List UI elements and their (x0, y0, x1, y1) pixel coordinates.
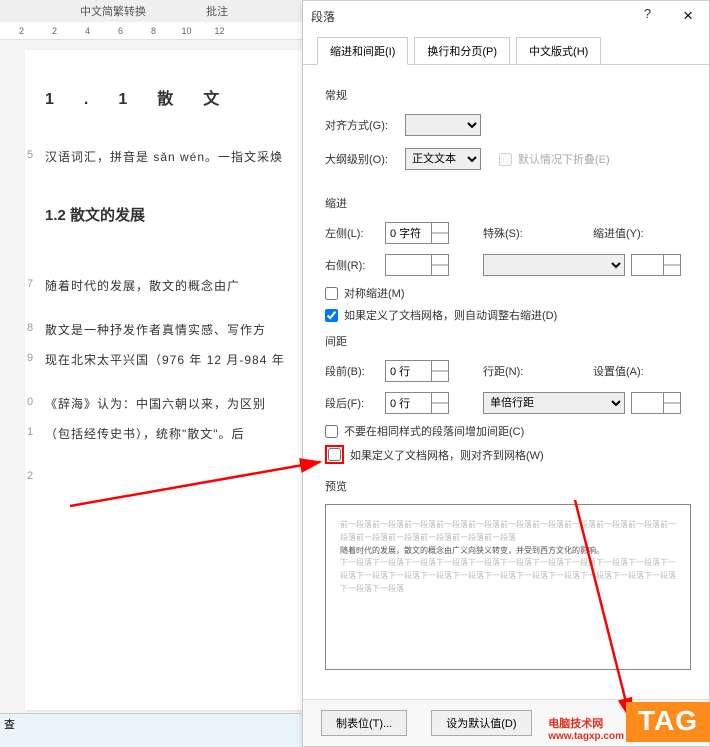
space-after-label: 段后(F): (325, 395, 385, 411)
ruler-mark: 2 (5, 26, 38, 36)
ruler-mark: 12 (203, 26, 236, 36)
heading-1: 1 . 1 散 文 (45, 80, 297, 120)
indent-left-label: 左侧(L): (325, 225, 385, 241)
dialog-titlebar: 段落 ? × (303, 1, 709, 31)
line-number: 1 (27, 419, 34, 447)
watermark-text: 电脑技术网 (548, 715, 603, 731)
close-button[interactable]: × (675, 4, 701, 28)
ribbon-item-convert[interactable]: 中文简繁转换 (80, 3, 146, 19)
line-number: 7 (27, 271, 34, 299)
doc-line: 9 现在北宋太平兴国（976 年 12 月-984 年 (45, 345, 297, 375)
doc-line: 5 汉语词汇，拼音是 sǎn wén。一指文采焕 (45, 142, 297, 172)
indent-value-spinner[interactable]: ▲▼ (631, 254, 681, 276)
preview-box: 前一段落前一段落前一段落前一段落前一段落前一段落前一段落前一段落前一段落前一段落… (325, 504, 691, 670)
tabstop-button[interactable]: 制表位(T)... (321, 710, 407, 736)
special-label: 特殊(S): (483, 225, 533, 241)
alignment-select[interactable] (405, 114, 481, 136)
dialog-title-text: 段落 (311, 8, 335, 25)
auto-adjust-indent-label: 如果定义了文档网格，则自动调整右缩进(D) (344, 307, 557, 323)
doc-line: 7 随着时代的发展，散文的概念由广 (45, 271, 297, 301)
doc-line: 0 《辞海》认为：中国六朝以来，为区别 (45, 389, 297, 419)
ruler-mark: 2 (38, 26, 71, 36)
line-spacing-label: 行距(N): (483, 363, 533, 379)
mirror-indent-label: 对称缩进(M) (344, 285, 405, 301)
set-value-spinner[interactable]: ▲▼ (631, 392, 681, 414)
ribbon-item-comment[interactable]: 批注 (206, 3, 228, 19)
outline-level-label: 大纲级别(O): (325, 151, 405, 167)
space-before-label: 段前(B): (325, 363, 385, 379)
section-general: 常规 (325, 87, 691, 103)
ruler-mark: 10 (170, 26, 203, 36)
no-space-same-style-checkbox[interactable] (325, 425, 338, 438)
indent-left-spinner[interactable]: 0 字符▲▼ (385, 222, 449, 244)
status-bar: 查 (0, 713, 302, 747)
alignment-label: 对齐方式(G): (325, 117, 405, 133)
preview-gray-after: 下一段落下一段落下一段落下一段落下一段落下一段落下一段落下一段落下一段落下一段落… (340, 557, 676, 595)
help-button[interactable]: ? (636, 4, 659, 28)
heading-2: 1.2 散文的发展 (45, 197, 297, 235)
highlighted-checkbox-wrapper (325, 445, 344, 464)
tab-chinese-layout[interactable]: 中文版式(H) (516, 37, 601, 65)
collapse-label: 默认情况下折叠(E) (518, 151, 610, 167)
section-preview: 预览 (325, 478, 691, 494)
space-before-spinner[interactable]: 0 行▲▼ (385, 360, 449, 382)
set-default-button[interactable]: 设为默认值(D) (431, 710, 531, 736)
indent-right-spinner[interactable]: ▲▼ (385, 254, 449, 276)
section-spacing: 间距 (325, 333, 691, 349)
preview-gray-before: 前一段落前一段落前一段落前一段落前一段落前一段落前一段落前一段落前一段落前一段落… (340, 519, 676, 545)
ruler-mark: 4 (71, 26, 104, 36)
tab-indent-spacing[interactable]: 缩进和间距(I) (317, 37, 408, 65)
outline-level-select[interactable]: 正文文本 (405, 148, 481, 170)
align-to-grid-label: 如果定义了文档网格，则对齐到网格(W) (350, 447, 544, 463)
paragraph-dialog: 段落 ? × 缩进和间距(I) 换行和分页(P) 中文版式(H) 常规 对齐方式… (302, 0, 710, 747)
watermark-url: www.tagxp.com (548, 731, 624, 742)
indent-value-label: 缩进值(Y): (593, 225, 649, 241)
ruler-mark: 6 (104, 26, 137, 36)
tab-line-page-break[interactable]: 换行和分页(P) (414, 37, 510, 65)
space-after-spinner[interactable]: 0 行▲▼ (385, 392, 449, 414)
collapse-checkbox (499, 153, 512, 166)
special-select[interactable] (483, 254, 625, 276)
doc-line: 8 散文是一种抒发作者真情实感、写作方 (45, 315, 297, 345)
line-number: 9 (27, 345, 34, 373)
line-number: 8 (27, 315, 34, 343)
indent-right-label: 右侧(R): (325, 257, 385, 273)
watermark-tag: TAG (626, 702, 710, 742)
line-spacing-select[interactable]: 单倍行距 (483, 392, 625, 414)
line-number: 0 (27, 389, 34, 417)
doc-line: 1 （包括经传史书），统称"散文"。后 (45, 419, 297, 449)
section-indent: 缩进 (325, 195, 691, 211)
line-number: 5 (27, 142, 34, 170)
align-to-grid-checkbox[interactable] (328, 448, 341, 461)
auto-adjust-indent-checkbox[interactable] (325, 309, 338, 322)
status-label: 查 (4, 719, 15, 731)
mirror-indent-checkbox[interactable] (325, 287, 338, 300)
line-number: 2 (27, 463, 34, 491)
ruler-mark: 8 (137, 26, 170, 36)
preview-sample-text: 随着时代的发展，散文的概念由广义向狭义转变，并受到西方文化的影响。 (340, 545, 676, 558)
document-page: 1 . 1 散 文 5 汉语词汇，拼音是 sǎn wén。一指文采焕 1.2 散… (25, 50, 305, 710)
set-value-label: 设置值(A): (593, 363, 649, 379)
no-space-same-style-label: 不要在相同样式的段落间增加间距(C) (344, 423, 524, 439)
watermark: 电脑技术网 www.tagxp.com TAG (548, 702, 710, 742)
